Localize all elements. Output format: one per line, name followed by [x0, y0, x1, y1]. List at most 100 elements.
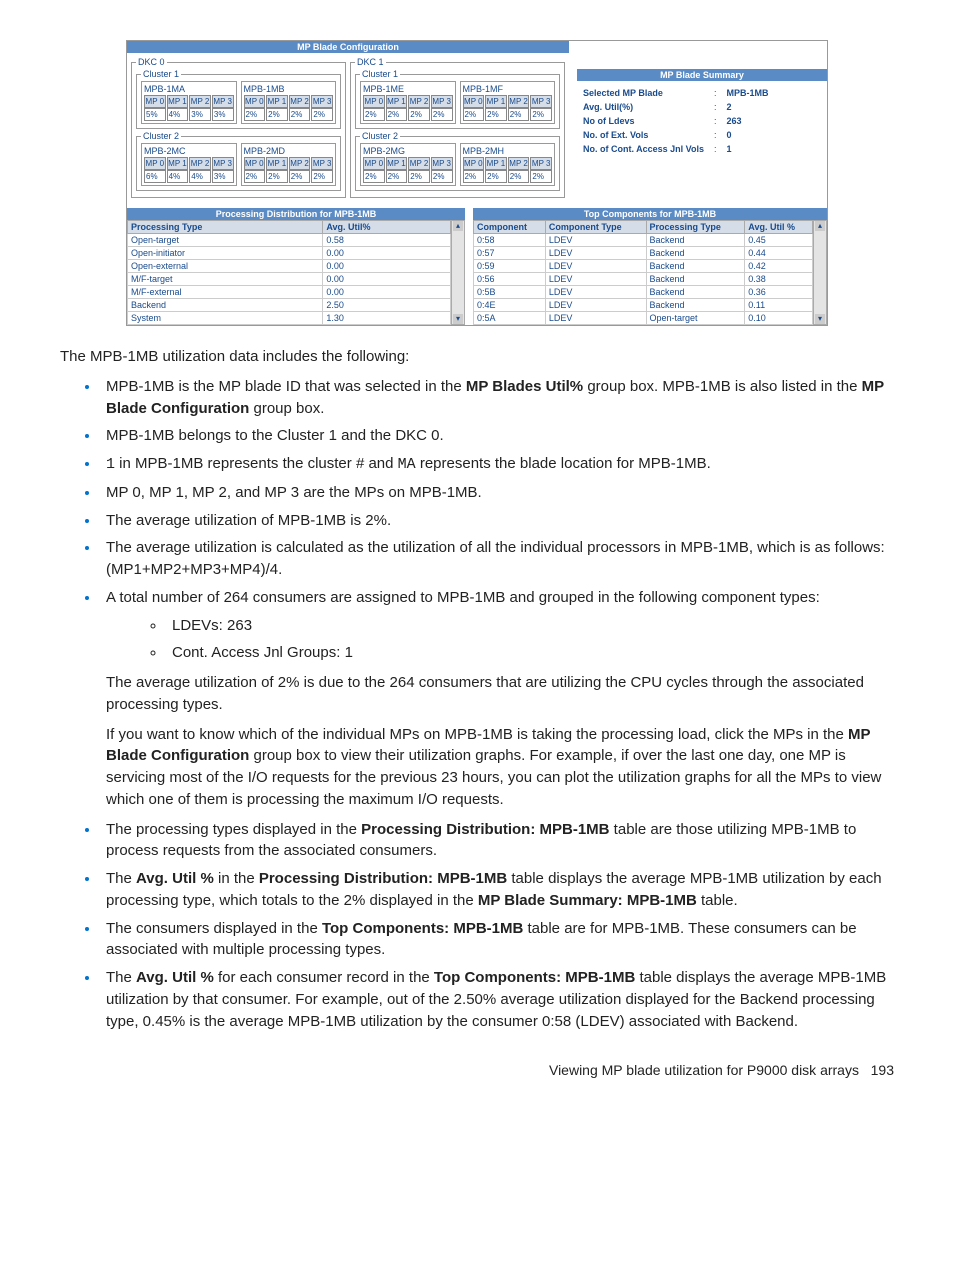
column-header[interactable]: Processing Type [128, 221, 323, 234]
mp-cell[interactable]: MP 0 [363, 157, 385, 170]
mp-cell[interactable]: MP 1 [386, 95, 408, 108]
mp-cell[interactable]: MP 3 [212, 95, 234, 108]
table-row[interactable]: Backend2.50 [128, 299, 451, 312]
list-item: The average utilization is calculated as… [100, 537, 894, 581]
table-row[interactable]: 0:58LDEVBackend0.45 [474, 234, 813, 247]
mp-cell[interactable]: MP 1 [167, 157, 189, 170]
mp-value: 4% [189, 170, 211, 183]
mp-blade-box[interactable]: MPB-1MBMP 02%MP 12%MP 22%MP 32% [241, 81, 337, 124]
mp-cell[interactable]: MP 0 [144, 157, 166, 170]
scroll-up-icon[interactable]: ▴ [815, 221, 825, 231]
mp-cell[interactable]: MP 1 [266, 157, 288, 170]
mp-cell[interactable]: MP 3 [530, 95, 552, 108]
list-item: The Avg. Util % for each consumer record… [100, 967, 894, 1032]
mp-value: 2% [485, 170, 507, 183]
summary-header: MP Blade Summary [577, 69, 827, 81]
mp-blade-config-screenshot: MP Blade Configuration DKC 0Cluster 1MPB… [126, 40, 828, 326]
table-row[interactable]: M/F-target0.00 [128, 273, 451, 286]
scrollbar[interactable]: ▴ ▾ [451, 220, 465, 325]
mp-cell[interactable]: MP 2 [189, 157, 211, 170]
mp-cell[interactable]: MP 1 [485, 157, 507, 170]
mp-blade-box[interactable]: MPB-1MAMP 05%MP 14%MP 23%MP 33% [141, 81, 237, 124]
mp-cell[interactable]: MP 1 [386, 157, 408, 170]
column-header[interactable]: Avg. Util% [323, 221, 451, 234]
mp-cell[interactable]: MP 0 [244, 157, 266, 170]
table-row[interactable]: 0:56LDEVBackend0.38 [474, 273, 813, 286]
list-item: 1 in MPB-1MB represents the cluster # an… [100, 453, 894, 476]
para: The average utilization of 2% is due to … [106, 672, 894, 716]
mp-cell[interactable]: MP 0 [463, 157, 485, 170]
mp-cell[interactable]: MP 2 [508, 157, 530, 170]
table-row[interactable]: Open-external0.00 [128, 260, 451, 273]
cluster-fieldset: Cluster 2MPB-2MCMP 06%MP 14%MP 24%MP 33%… [136, 131, 341, 191]
mp-cell[interactable]: MP 3 [311, 157, 333, 170]
mp-cell[interactable]: MP 0 [363, 95, 385, 108]
mp-cell[interactable]: MP 1 [266, 95, 288, 108]
mp-cell[interactable]: MP 3 [212, 157, 234, 170]
mp-cell[interactable]: MP 0 [463, 95, 485, 108]
mp-cell[interactable]: MP 2 [189, 95, 211, 108]
mp-cell[interactable]: MP 3 [311, 95, 333, 108]
mp-cell[interactable]: MP 2 [408, 157, 430, 170]
mp-cell[interactable]: MP 3 [431, 157, 453, 170]
scrollbar[interactable]: ▴ ▾ [813, 220, 827, 325]
table-row[interactable]: System1.30 [128, 312, 451, 325]
scroll-down-icon[interactable]: ▾ [453, 314, 463, 324]
mp-blade-box[interactable]: MPB-2MGMP 02%MP 12%MP 22%MP 32% [360, 143, 456, 186]
mp-value: 2% [408, 108, 430, 121]
mp-cell[interactable]: MP 2 [408, 95, 430, 108]
mp-value: 2% [311, 108, 333, 121]
summary-row: Selected MP Blade:MPB-1MB [579, 87, 773, 99]
list-item: MPB-1MB belongs to the Cluster 1 and the… [100, 425, 894, 447]
scroll-down-icon[interactable]: ▾ [815, 314, 825, 324]
table-row[interactable]: 0:5ALDEVOpen-target0.10 [474, 312, 813, 325]
mp-cell[interactable]: MP 3 [431, 95, 453, 108]
scroll-up-icon[interactable]: ▴ [453, 221, 463, 231]
mp-value: 2% [530, 170, 552, 183]
mp-cell[interactable]: MP 3 [530, 157, 552, 170]
mp-cell[interactable]: MP 2 [289, 95, 311, 108]
column-header[interactable]: Component Type [545, 221, 646, 234]
table-row[interactable]: 0:57LDEVBackend0.44 [474, 247, 813, 260]
table-row[interactable]: M/F-external0.00 [128, 286, 451, 299]
mp-value: 2% [244, 108, 266, 121]
mp-value: 2% [431, 170, 453, 183]
proc-dist-table: Processing TypeAvg. Util%Open-target0.58… [127, 220, 451, 325]
proc-dist-header: Processing Distribution for MPB-1MB [127, 208, 465, 220]
mp-blade-box[interactable]: MPB-2MDMP 02%MP 12%MP 22%MP 32% [241, 143, 337, 186]
table-row[interactable]: 0:59LDEVBackend0.42 [474, 260, 813, 273]
table-row[interactable]: Open-target0.58 [128, 234, 451, 247]
mp-cell[interactable]: MP 2 [508, 95, 530, 108]
para: If you want to know which of the individ… [106, 724, 894, 811]
mp-value: 2% [431, 108, 453, 121]
column-header[interactable]: Component [474, 221, 546, 234]
column-header[interactable]: Processing Type [646, 221, 745, 234]
top-comp-header: Top Components for MPB-1MB [473, 208, 827, 220]
mp-cell[interactable]: MP 2 [289, 157, 311, 170]
mp-value: 2% [266, 170, 288, 183]
body-text: The MPB-1MB utilization data includes th… [60, 346, 894, 1032]
dkc-fieldset: DKC 0Cluster 1MPB-1MAMP 05%MP 14%MP 23%M… [131, 57, 346, 198]
mp-blade-box[interactable]: MPB-2MCMP 06%MP 14%MP 24%MP 33% [141, 143, 237, 186]
mp-cell[interactable]: MP 1 [167, 95, 189, 108]
sub-list-item: LDEVs: 263 [166, 615, 894, 637]
list-item: A total number of 264 consumers are assi… [100, 587, 894, 811]
cluster-fieldset: Cluster 1MPB-1MAMP 05%MP 14%MP 23%MP 33%… [136, 69, 341, 129]
mp-cell[interactable]: MP 0 [144, 95, 166, 108]
mp-blade-box[interactable]: MPB-1MEMP 02%MP 12%MP 22%MP 32% [360, 81, 456, 124]
mp-value: 2% [363, 170, 385, 183]
table-row[interactable]: 0:5BLDEVBackend0.36 [474, 286, 813, 299]
table-row[interactable]: 0:4ELDEVBackend0.11 [474, 299, 813, 312]
list-item: MP 0, MP 1, MP 2, and MP 3 are the MPs o… [100, 482, 894, 504]
footer: Viewing MP blade utilization for P9000 d… [60, 1062, 894, 1078]
mp-value: 2% [311, 170, 333, 183]
table-row[interactable]: Open-initiator0.00 [128, 247, 451, 260]
mp-cell[interactable]: MP 1 [485, 95, 507, 108]
mp-value: 2% [244, 170, 266, 183]
mp-blade-box[interactable]: MPB-1MFMP 02%MP 12%MP 22%MP 32% [460, 81, 556, 124]
mp-cell[interactable]: MP 0 [244, 95, 266, 108]
list-item: The average utilization of MPB-1MB is 2%… [100, 510, 894, 532]
cluster-fieldset: Cluster 2MPB-2MGMP 02%MP 12%MP 22%MP 32%… [355, 131, 560, 191]
mp-blade-box[interactable]: MPB-2MHMP 02%MP 12%MP 22%MP 32% [460, 143, 556, 186]
column-header[interactable]: Avg. Util % [745, 221, 813, 234]
